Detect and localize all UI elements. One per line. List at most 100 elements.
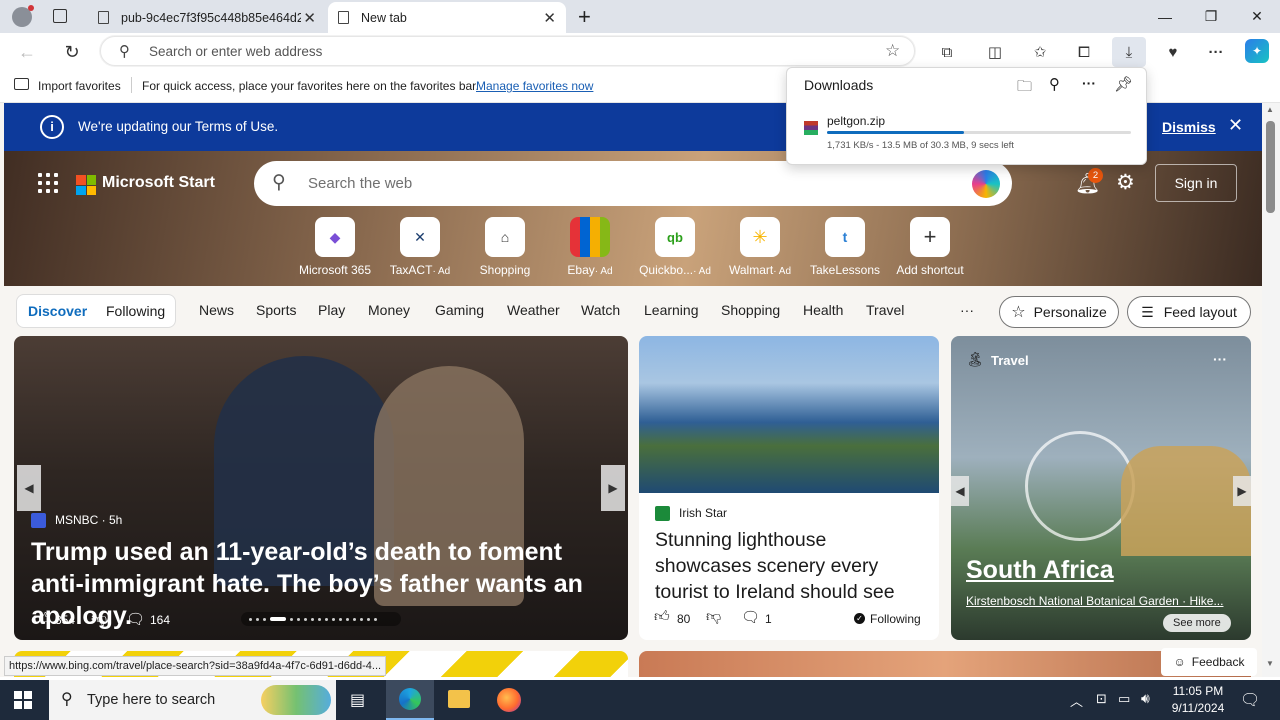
lighthouse-news-card[interactable]: Irish Star Stunning lighthouse showcases… (639, 336, 939, 640)
nav-travel[interactable]: Travel (866, 302, 904, 318)
shortcut-quickbooks[interactable]: qb Quickbo...· Ad (632, 217, 718, 277)
previous-slide-button[interactable]: ◀ (951, 476, 969, 506)
nav-play[interactable]: Play (318, 302, 345, 318)
nav-weather[interactable]: Weather (507, 302, 560, 318)
close-tab-icon[interactable]: ✕ (543, 9, 556, 27)
edge-taskbar-icon[interactable] (386, 680, 434, 720)
network-icon[interactable]: ▭ (1118, 691, 1130, 707)
copilot-icon[interactable] (972, 170, 1000, 198)
dislike-icon[interactable]: 👎︎ (91, 610, 107, 629)
sign-in-button[interactable]: Sign in (1155, 164, 1237, 202)
travel-title[interactable]: South Africa (966, 556, 1114, 585)
travel-card[interactable]: 🏝︎ Travel ··· ◀ ▶ South Africa Kirstenbo… (951, 336, 1251, 640)
more-options-icon[interactable]: ··· (1082, 75, 1096, 91)
notifications-center-icon[interactable]: 🗨︎ (1240, 690, 1260, 710)
tab-new-tab[interactable]: New tab ✕ (328, 2, 566, 33)
scroll-up-icon[interactable]: ▲ (1266, 105, 1274, 114)
feedback-button[interactable]: ☺ Feedback (1161, 648, 1257, 676)
task-view-icon[interactable]: ▤ (350, 690, 365, 710)
shortcut-takelessons[interactable]: t TakeLessons (802, 217, 888, 277)
comment-icon[interactable]: 🗨︎ (126, 610, 145, 628)
web-search-box[interactable]: ⚲ Search the web (254, 161, 1012, 206)
more-options-icon[interactable]: ··· (1213, 351, 1227, 367)
comment-icon[interactable]: 🗨︎ (741, 608, 760, 626)
file-explorer-icon[interactable] (448, 690, 470, 708)
search-downloads-icon[interactable]: ⚲ (1049, 75, 1060, 93)
downloads-icon[interactable]: ⤓ (1112, 37, 1146, 67)
tab-discover[interactable]: Discover (28, 303, 87, 319)
network-status-icon[interactable]: ⊡ (1096, 691, 1107, 707)
nav-health[interactable]: Health (803, 302, 843, 318)
web-search-placeholder: Search the web (308, 175, 413, 192)
nav-shopping[interactable]: Shopping (721, 302, 780, 318)
lighthouse-headline[interactable]: Stunning lighthouse showcases scenery ev… (655, 527, 927, 605)
collections-icon[interactable]: ⧠ (1071, 39, 1097, 65)
close-tab-icon[interactable]: ✕ (303, 9, 316, 27)
nav-news[interactable]: News (199, 302, 234, 318)
settings-more-icon[interactable]: ··· (1203, 39, 1229, 65)
nav-gaming[interactable]: Gaming (435, 302, 484, 318)
import-favorites-icon[interactable] (14, 78, 29, 90)
minimize-icon[interactable]: — (1142, 0, 1188, 33)
split-screen-icon[interactable]: ◫ (982, 39, 1008, 65)
feed-layout-label: Feed layout (1163, 304, 1237, 320)
like-icon[interactable]: 👍︎ (33, 610, 50, 629)
back-icon[interactable]: ← (14, 39, 40, 65)
show-hidden-icons[interactable]: ︿ (1070, 691, 1083, 710)
travel-subtitle[interactable]: Kirstenbosch National Botanical Garden ·… (966, 594, 1223, 608)
feed-layout-button[interactable]: ☰ Feed layout (1127, 296, 1251, 328)
tab-actions-icon[interactable] (53, 9, 67, 23)
restore-icon[interactable]: ❐ (1188, 0, 1234, 33)
download-file-name[interactable]: peltgon.zip (827, 114, 885, 128)
next-slide-button[interactable]: ▶ (601, 465, 625, 511)
nav-money[interactable]: Money (368, 302, 410, 318)
hero-news-card[interactable]: ◀ ▶ MSNBC · 5h Trump used an 11-year-old… (14, 336, 628, 640)
previous-slide-button[interactable]: ◀ (17, 465, 41, 511)
address-bar[interactable]: ⚲ Search or enter web address ☆ (100, 36, 915, 66)
following-label[interactable]: Following (870, 612, 921, 626)
shortcut-add[interactable]: + Add shortcut (887, 217, 973, 277)
copilot-icon[interactable]: ✦ (1245, 39, 1269, 63)
page-scrollbar[interactable]: ▲ ▼ (1262, 103, 1280, 677)
shortcut-ebay[interactable]: Ebay· Ad (547, 217, 633, 277)
tab-pub[interactable]: pub-9c4ec7f3f95c448b85e464d2t ✕ (88, 2, 326, 33)
shortcut-microsoft-365[interactable]: ◆ Microsoft 365 (292, 217, 378, 277)
app-launcher-icon[interactable] (38, 173, 58, 193)
favorite-star-icon[interactable]: ☆ (885, 41, 900, 61)
like-icon[interactable]: 👍︎ (654, 608, 670, 626)
clock-date[interactable]: 9/11/2024 (1167, 701, 1229, 715)
refresh-icon[interactable]: ↻ (59, 39, 85, 65)
dislike-icon[interactable]: 👎︎ (706, 608, 721, 626)
nav-sports[interactable]: Sports (256, 302, 296, 318)
nav-learning[interactable]: Learning (644, 302, 699, 318)
tab-following[interactable]: Following (106, 303, 165, 319)
page-settings-icon[interactable]: ⚙ (1116, 170, 1135, 195)
favorites-icon[interactable]: ✩ (1027, 39, 1053, 65)
open-folder-icon[interactable]: 🗀︎ (1017, 76, 1032, 101)
taskbar-search[interactable]: ⚲ Type here to search (49, 680, 336, 720)
firefox-icon[interactable] (497, 688, 521, 712)
shortcut-taxact[interactable]: ✕ TaxACT· Ad (377, 217, 463, 277)
personalize-button[interactable]: ☆ Personalize (999, 296, 1119, 328)
browser-essentials-icon[interactable]: ♥ (1160, 39, 1186, 65)
import-favorites-link[interactable]: Import favorites (38, 79, 121, 93)
close-window-icon[interactable]: ✕ (1234, 0, 1280, 33)
scroll-down-icon[interactable]: ▼ (1266, 659, 1274, 668)
nav-more-icon[interactable]: ··· (960, 302, 974, 318)
volume-icon[interactable]: 🔊︎ (1141, 690, 1150, 707)
extensions-icon[interactable]: ⧉ (934, 39, 960, 65)
manage-favorites-link[interactable]: Manage favorites now (476, 79, 593, 93)
scroll-thumb[interactable] (1266, 121, 1275, 213)
close-banner-icon[interactable]: ✕ (1228, 115, 1243, 136)
windows-start-icon[interactable] (14, 691, 32, 709)
brand-name[interactable]: Microsoft Start (102, 174, 215, 192)
clock-time[interactable]: 11:05 PM (1170, 684, 1226, 698)
shortcut-shopping[interactable]: ⌂ Shopping (462, 217, 548, 277)
nav-watch[interactable]: Watch (581, 302, 620, 318)
new-tab-icon[interactable]: + (578, 4, 591, 30)
shortcut-walmart[interactable]: ✳ Walmart· Ad (717, 217, 803, 277)
dismiss-button[interactable]: Dismiss (1162, 119, 1216, 135)
next-slide-button[interactable]: ▶ (1233, 476, 1251, 506)
see-more-button[interactable]: See more (1163, 614, 1231, 632)
pin-icon[interactable]: 📌︎ (1114, 75, 1133, 93)
